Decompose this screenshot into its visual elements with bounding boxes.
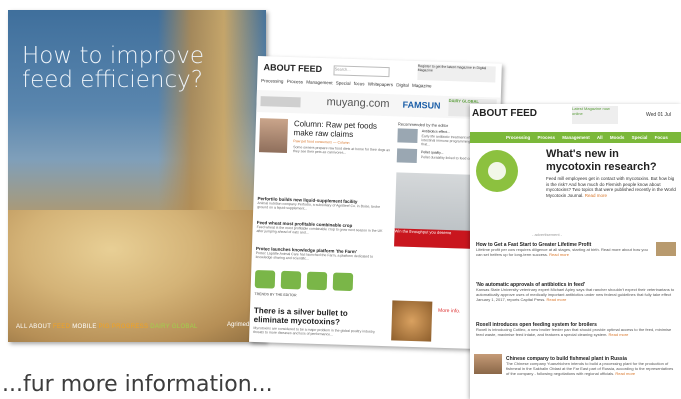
read-more-link[interactable]: Read more — [609, 332, 629, 337]
agenda-icon[interactable] — [306, 271, 328, 291]
bottom-caption: ...fur more information... — [2, 372, 273, 397]
supplier-icon[interactable] — [332, 272, 354, 292]
sponsor-banner[interactable]: muyang.com FAMSUN DAIRY GLOBAL — [256, 89, 501, 120]
top-advert[interactable]: Latest Magazine now online — [572, 106, 618, 124]
cover-title: How to improve feed efficiency? — [22, 43, 205, 93]
nav-item-special-focus[interactable]: Special focus — [336, 80, 365, 86]
banner-logo — [260, 96, 301, 108]
article-text: Roxell is introducing Cotileo, a new bro… — [476, 327, 672, 337]
lead-headline[interactable]: Column: Raw pet foods make raw claims — [293, 119, 394, 140]
nav-item-processing[interactable]: Processing — [261, 78, 283, 84]
search-input[interactable]: Search... — [333, 65, 390, 78]
nav-item-digital-magazine[interactable]: Digital Magazine — [396, 82, 431, 88]
nav-item-special-focus[interactable]: Special Focus — [632, 135, 668, 140]
nav-item-whitepapers[interactable]: Whitepapers — [368, 81, 393, 87]
lead-headline[interactable]: What's new in mycotoxin research? — [546, 148, 676, 174]
lead-text: Feed mill employees get in contact with … — [546, 176, 678, 198]
recommended-label: Recommended by the editor — [397, 121, 449, 129]
list-item[interactable]: Feed wheat most profitable combinable cr… — [256, 220, 386, 237]
banner-text: muyang.com — [326, 96, 390, 111]
list-item[interactable]: Perfortiio builds new liquid-supplement … — [257, 196, 387, 213]
trends-label: TRENDS BY THE EDITOR — [254, 292, 297, 298]
cover-footer: ALL ABOUT FEED MOBILE PIG PROGRESS DAIRY… — [16, 324, 198, 330]
read-more-link[interactable]: Read more — [549, 252, 569, 257]
trends-headline[interactable]: There is a silver bullet to eliminate my… — [254, 306, 385, 328]
cover-footer-part: PIG PROGRESS — [98, 324, 149, 330]
article-item[interactable]: 'No automatic approvals of antibiotics i… — [476, 282, 676, 302]
list-item[interactable]: Protec launches knowledge platform 'the … — [256, 246, 386, 263]
article-thumb[interactable] — [474, 354, 502, 374]
main-nav: Processing Process Management All Moods … — [470, 132, 681, 143]
nav-item-process-management[interactable]: Process Management — [287, 79, 333, 85]
top-advert[interactable]: Register to get the latest magazine in D… — [417, 64, 496, 83]
magazine-icon[interactable] — [254, 270, 276, 289]
website-screenshot-mid: ABOUT FEED Search... Register to get the… — [249, 56, 502, 350]
lead-teaser: Some owners prepare raw food diets at ho… — [292, 145, 391, 155]
lead-body: Feed mill employees get in contact with … — [546, 176, 676, 198]
cover-footer-part: ALL ABOUT — [16, 324, 54, 330]
article-thumb[interactable] — [656, 242, 676, 256]
article-text: Kansas State University veterinary exper… — [476, 287, 675, 302]
red-advert-text: Win the throughput you deserve — [394, 228, 452, 236]
trends-text: Mycotoxins are considered to be a major … — [253, 325, 376, 337]
cover-footer-part: DAIRY GLOBAL — [148, 324, 198, 330]
article-item[interactable]: How to Get a Fast Start to Greater Lifet… — [476, 242, 652, 258]
spices-image[interactable] — [391, 300, 433, 342]
cover-footer-part: FEED — [53, 324, 71, 330]
site-brand[interactable]: ABOUT FEED — [472, 108, 537, 119]
advertisement-label: - advertisement - — [532, 232, 563, 237]
magazine-cover: How to improve feed efficiency? ALL ABOU… — [8, 10, 266, 342]
read-more-link[interactable]: Read more — [615, 371, 635, 376]
current-date: Wed 01 Jul — [646, 112, 671, 118]
columnist-photo — [258, 118, 289, 153]
article-item[interactable]: Chinese company to build fishmeal plant … — [506, 356, 676, 376]
cover-footer-part: MOBILE — [70, 324, 99, 330]
mycotoxin-gear-icon — [476, 150, 518, 192]
video-icon[interactable] — [280, 270, 302, 290]
recommended-thumb[interactable] — [397, 128, 418, 144]
nav-item-process-management[interactable]: Process Management — [538, 135, 590, 140]
read-more-link[interactable]: Read more — [547, 297, 567, 302]
nav-item-all-moods[interactable]: All Moods — [597, 135, 625, 140]
nav-item-processing[interactable]: Processing — [506, 135, 530, 140]
more-info-link[interactable]: More info. — [438, 308, 460, 315]
article-text: The Chinese company Yuanzhichen intends … — [506, 361, 674, 376]
read-more-link[interactable]: Read more — [585, 193, 607, 198]
website-screenshot-right: ABOUT FEED Latest Magazine now online We… — [470, 104, 681, 399]
recommended-thumb[interactable] — [396, 148, 418, 164]
article-item[interactable]: Roxell introduces open feeding system fo… — [476, 322, 676, 338]
banner-brand: FAMSUN — [402, 99, 441, 111]
site-brand[interactable]: ABOUT FEED — [263, 62, 322, 74]
